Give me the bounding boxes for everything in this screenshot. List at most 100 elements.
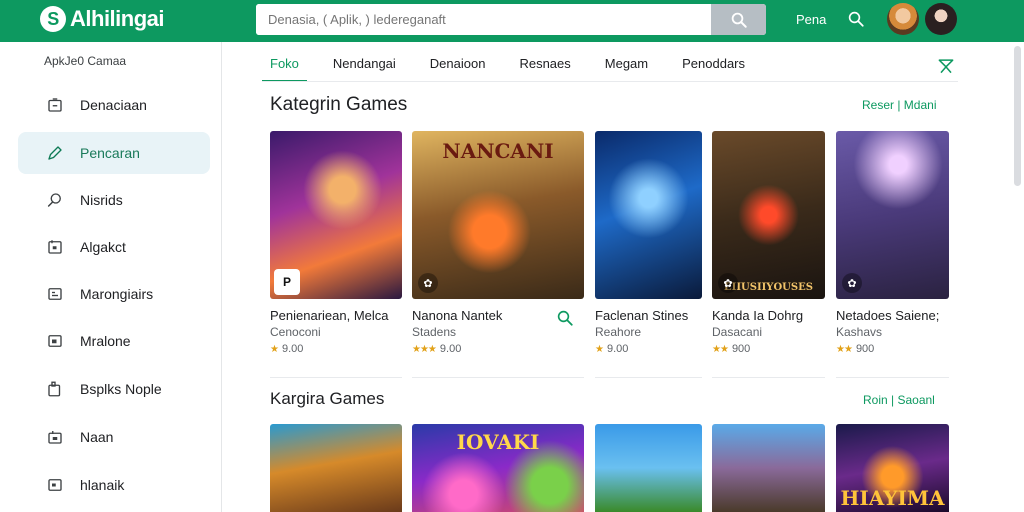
- app-badge-icon: ✿: [842, 273, 862, 293]
- rating-value: 900: [855, 343, 875, 355]
- section-link[interactable]: Roin | Saoanl: [863, 393, 935, 407]
- puzzle-icon: [44, 378, 66, 400]
- section-title: Kargira Games: [270, 389, 385, 408]
- game-rating: ★★ 900: [836, 343, 949, 355]
- logo-mark-icon: S: [40, 6, 66, 32]
- search-icon: [731, 12, 747, 28]
- page-scrollbar[interactable]: [1014, 46, 1021, 186]
- sidebar-item-label: Algakct: [80, 239, 126, 255]
- game-rating: ★ 9.00: [270, 343, 402, 355]
- game-rating: ★★ 900: [712, 343, 825, 355]
- game-thumbnail[interactable]: NANCANI ✿: [412, 131, 584, 299]
- tab-penoddars[interactable]: Penoddars: [674, 52, 753, 82]
- card-icon: [44, 474, 66, 496]
- game-subtitle: Dasacani: [712, 325, 763, 339]
- sidebar-heading: ApkJe0 Camaa: [44, 54, 127, 68]
- sidebar: ApkJe0 Camaa Denaciaan Pencaran Nisrids …: [0, 42, 222, 512]
- game-thumbnail[interactable]: IOVAKI: [412, 424, 584, 512]
- expand-icon: [938, 59, 954, 74]
- sidebar-item-bsplks-nople[interactable]: Bsplks Nople: [18, 368, 210, 410]
- sidebar-item-naan[interactable]: Naan: [18, 416, 210, 458]
- tab-megam[interactable]: Megam: [597, 52, 656, 82]
- star-icon: ★★: [836, 343, 853, 355]
- star-icon: ★: [270, 343, 279, 355]
- star-icon: ★★★: [412, 343, 437, 355]
- game-card[interactable]: [270, 424, 402, 512]
- search-button[interactable]: [711, 4, 766, 35]
- star-icon: ★: [595, 343, 604, 355]
- game-title: Faclenan Stines: [595, 308, 689, 323]
- game-art-title: IOVAKI: [456, 430, 540, 454]
- sidebar-item-mralone[interactable]: Mralone: [18, 320, 210, 362]
- sidebar-item-pencaran[interactable]: Pencaran: [18, 132, 210, 174]
- game-rating: ★★★ 9.00: [412, 343, 584, 355]
- sidebar-item-label: Pencaran: [80, 145, 140, 161]
- game-thumbnail[interactable]: [595, 131, 702, 299]
- game-art-title: NANCANI: [442, 139, 554, 163]
- header-link[interactable]: Pena: [796, 12, 826, 27]
- game-thumbnail[interactable]: [595, 424, 702, 512]
- app-logo[interactable]: S Alhilingai: [40, 4, 165, 34]
- sidebar-item-marongiairs[interactable]: Marongiairs: [18, 273, 210, 315]
- game-thumbnail[interactable]: EIIUSIIYOUSES ✿: [712, 131, 825, 299]
- gamepad-icon: [44, 94, 66, 116]
- logo-text: Alhilingai: [70, 6, 165, 31]
- sidebar-item-label: Mralone: [80, 333, 131, 349]
- game-thumbnail[interactable]: [712, 424, 825, 512]
- list-icon: [44, 283, 66, 305]
- rating-value: 900: [731, 343, 751, 355]
- game-card[interactable]: [712, 424, 825, 512]
- game-thumbnail[interactable]: [270, 424, 402, 512]
- rating-value: 9.00: [606, 343, 629, 355]
- game-card[interactable]: EIIUSIIYOUSES ✿ Kanda Ia Dohrg Dasacani …: [712, 131, 825, 355]
- sidebar-item-nisrids[interactable]: Nisrids: [18, 179, 210, 221]
- top-app-bar: S Alhilingai Pena: [0, 0, 1024, 42]
- avatar[interactable]: [925, 3, 957, 35]
- game-title: Penienariean, Melca: [270, 308, 389, 323]
- pencil-icon: [44, 142, 66, 164]
- game-card[interactable]: IOVAKI: [412, 424, 584, 512]
- app-badge-icon: ✿: [418, 273, 438, 293]
- section-link[interactable]: Reser | Mdani: [862, 98, 936, 112]
- game-subtitle: Stadens: [412, 325, 457, 339]
- card-divider: [836, 377, 949, 378]
- header-search-button[interactable]: [846, 9, 866, 29]
- section-title: Kategrin Games: [270, 94, 408, 115]
- tabs-divider: [262, 81, 958, 82]
- sidebar-item-label: Marongiairs: [80, 286, 154, 302]
- game-card[interactable]: ✿ Netadoes Saiene; Kashavs ★★ 900: [836, 131, 949, 355]
- tab-foko[interactable]: Foko: [262, 52, 307, 82]
- game-title: Kanda Ia Dohrg: [712, 308, 804, 323]
- sidebar-item-denaciaan[interactable]: Denaciaan: [18, 84, 210, 126]
- game-card[interactable]: P Penienariean, Melca Cenoconi ★ 9.00: [270, 131, 402, 355]
- game-rating: ★ 9.00: [595, 343, 702, 355]
- game-card[interactable]: [595, 424, 702, 512]
- search-icon: [44, 189, 66, 211]
- sidebar-item-hlanaik[interactable]: hlanaik: [18, 464, 210, 506]
- search-icon: [557, 310, 573, 326]
- game-subtitle: Kashavs: [836, 325, 883, 339]
- tab-nendangai[interactable]: Nendangai: [325, 52, 404, 82]
- app-badge-icon: P: [274, 269, 300, 295]
- game-thumbnail[interactable]: P: [270, 131, 402, 299]
- game-card[interactable]: Faclenan Stines Reahore ★ 9.00: [595, 131, 702, 355]
- tab-denaioon[interactable]: Denaioon: [422, 52, 494, 82]
- game-thumbnail[interactable]: HIAYIMA: [836, 424, 949, 512]
- search-input[interactable]: [256, 4, 711, 35]
- game-title: Netadoes Saiene;: [836, 308, 940, 323]
- game-card[interactable]: HIAYIMA: [836, 424, 949, 512]
- sidebar-item-label: Denaciaan: [80, 97, 147, 113]
- sidebar-item-label: Naan: [80, 429, 114, 445]
- category-tabs: Foko Nendangai Denaioon Resnaes Megam Pe…: [262, 52, 771, 82]
- rating-value: 9.00: [281, 343, 304, 355]
- sidebar-item-label: Bsplks Nople: [80, 381, 162, 397]
- sidebar-item-algakct[interactable]: Algakct: [18, 226, 210, 268]
- avatar[interactable]: [887, 3, 919, 35]
- game-thumbnail[interactable]: ✿: [836, 131, 949, 299]
- card-search-button[interactable]: [556, 309, 574, 327]
- tab-resnaes[interactable]: Resnaes: [511, 52, 578, 82]
- card-divider: [595, 377, 702, 378]
- sidebar-item-label: Nisrids: [80, 192, 123, 208]
- tabs-extra-button[interactable]: [936, 56, 956, 76]
- card-divider: [412, 377, 584, 378]
